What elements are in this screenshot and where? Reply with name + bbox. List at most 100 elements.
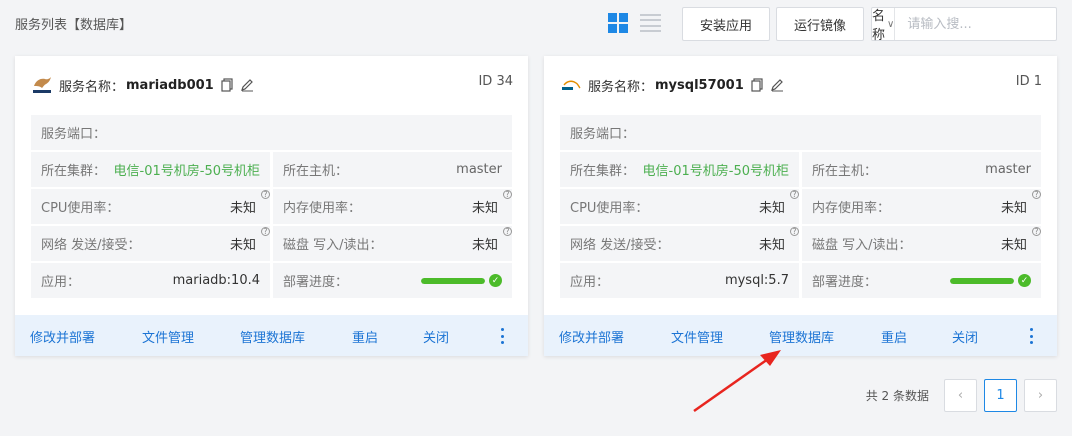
install-app-button[interactable]: 安装应用 [682,7,770,41]
port-label: 服务端口： [570,127,636,142]
service-card: 服务名称： mariadb001 ID 34 服务端口： 所在集群： 电信-01… [15,56,528,356]
close-link[interactable]: 关闭 [423,327,449,346]
net-cell: 网络 发送/接受： 未知? [31,226,270,261]
chevron-down-icon: ∨ [887,18,895,30]
mysql-logo [560,75,582,95]
app-value: mariadb:10.4 [172,273,260,288]
mem-cell: 内存使用率： 未知? [273,189,512,224]
modify-deploy-link[interactable]: 修改并部署 [559,327,624,346]
net-label: 网络 发送/接受： [41,238,141,253]
toolbar: 服务列表【数据库】 安装应用 运行镜像 名称 ∨ [0,0,1072,48]
close-link[interactable]: 关闭 [952,327,978,346]
card-actions: 修改并部署 文件管理 管理数据库 重启 关闭 [544,315,1057,356]
prev-page-button[interactable]: ‹ [944,379,977,412]
copy-icon[interactable] [750,78,764,92]
service-name-label: 服务名称： [59,79,125,95]
net-value: 未知? [230,227,270,253]
manage-db-link[interactable]: 管理数据库 [769,327,834,346]
edit-icon[interactable] [770,78,784,92]
service-name-label: 服务名称： [588,79,654,95]
cluster-cell: 所在集群： 电信-01号机房-50号机柜 [31,152,270,187]
host-value: master [456,162,502,177]
cpu-cell: CPU使用率： 未知? [31,189,270,224]
list-view-icon[interactable] [640,14,661,32]
card-header: 服务名称： mariadb001 [31,75,254,95]
total-count: 共 2 条数据 [865,389,929,403]
disk-value: 未知? [1001,227,1041,253]
deploy-label: 部署进度： [283,275,349,290]
mem-value: 未知? [472,190,512,216]
service-id: ID 34 [478,74,513,89]
mem-cell: 内存使用率： 未知? [802,189,1041,224]
search-field-select[interactable]: 名称 ∨ [872,8,896,43]
card-actions: 修改并部署 文件管理 管理数据库 重启 关闭 [15,315,528,356]
check-circle-icon: ✓ [489,274,502,287]
cpu-label: CPU使用率： [41,201,120,216]
cluster-value: 电信-01号机房-50号机柜 [113,164,260,179]
host-cell: 所在主机： master [802,152,1041,187]
host-value: master [985,162,1031,177]
help-icon[interactable]: ? [790,227,799,236]
app-cell: 应用： mysql:5.7 [560,263,799,298]
help-icon[interactable]: ? [261,190,270,199]
deploy-progress: ✓ [950,274,1031,287]
file-manage-link[interactable]: 文件管理 [671,327,723,346]
search-box: 名称 ∨ [871,7,1072,43]
help-icon[interactable]: ? [1032,227,1041,236]
run-image-button[interactable]: 运行镜像 [776,7,864,41]
deploy-cell: 部署进度： ✓ [273,263,512,298]
host-cell: 所在主机： master [273,152,512,187]
search-input[interactable] [895,8,1072,40]
cluster-label: 所在集群： [570,164,636,179]
port-row: 服务端口： [31,115,512,150]
help-icon[interactable]: ? [261,227,270,236]
cluster-value: 电信-01号机房-50号机柜 [642,164,789,179]
deploy-label: 部署进度： [812,275,878,290]
disk-value: 未知? [472,227,512,253]
info-grid: 服务端口： 所在集群： 电信-01号机房-50号机柜 所在主机： master … [31,115,512,300]
cluster-label: 所在集群： [41,164,107,179]
restart-link[interactable]: 重启 [881,327,907,346]
modify-deploy-link[interactable]: 修改并部署 [30,327,95,346]
disk-cell: 磁盘 写入/读出： 未知? [802,226,1041,261]
restart-link[interactable]: 重启 [352,327,378,346]
page-title: 服务列表【数据库】 [15,18,133,33]
disk-cell: 磁盘 写入/读出： 未知? [273,226,512,261]
host-label: 所在主机： [812,164,878,179]
port-row: 服务端口： [560,115,1041,150]
page-1-button[interactable]: 1 [984,379,1017,412]
help-icon[interactable]: ? [790,190,799,199]
net-cell: 网络 发送/接受： 未知? [560,226,799,261]
host-label: 所在主机： [283,164,349,179]
more-vertical-icon[interactable] [1030,328,1034,344]
more-vertical-icon[interactable] [501,328,505,344]
grid-view-icon[interactable] [608,13,628,33]
search-field-label: 名称 [872,9,886,43]
mem-value: 未知? [1001,190,1041,216]
service-name: mariadb001 [126,77,214,93]
file-manage-link[interactable]: 文件管理 [142,327,194,346]
manage-db-link[interactable]: 管理数据库 [240,327,305,346]
cpu-value: 未知? [759,190,799,216]
check-circle-icon: ✓ [1018,274,1031,287]
pagination: 共 2 条数据 ‹ 1 › [866,379,1057,412]
cpu-value: 未知? [230,190,270,216]
cluster-cell: 所在集群： 电信-01号机房-50号机柜 [560,152,799,187]
deploy-cell: 部署进度： ✓ [802,263,1041,298]
deploy-progress: ✓ [421,274,502,287]
cpu-label: CPU使用率： [570,201,649,216]
app-cell: 应用： mariadb:10.4 [31,263,270,298]
cpu-cell: CPU使用率： 未知? [560,189,799,224]
service-card: 服务名称： mysql57001 ID 1 服务端口： 所在集群： 电信-01号… [544,56,1057,356]
disk-label: 磁盘 写入/读出： [283,238,383,253]
edit-icon[interactable] [240,78,254,92]
copy-icon[interactable] [220,78,234,92]
app-value: mysql:5.7 [724,273,789,288]
net-label: 网络 发送/接受： [570,238,670,253]
next-page-button[interactable]: › [1024,379,1057,412]
help-icon[interactable]: ? [503,227,512,236]
card-header: 服务名称： mysql57001 [560,75,784,95]
help-icon[interactable]: ? [1032,190,1041,199]
app-label: 应用： [41,275,81,290]
help-icon[interactable]: ? [503,190,512,199]
